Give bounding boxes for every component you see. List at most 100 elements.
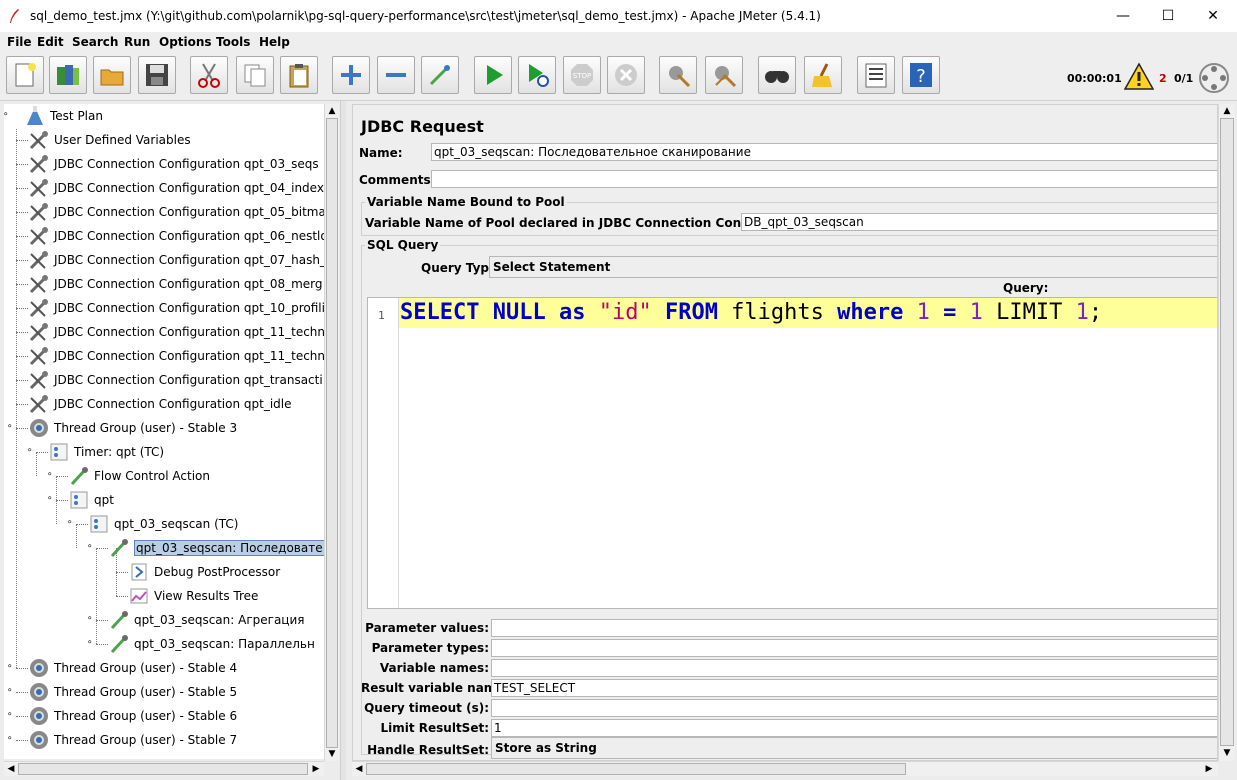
tree-horizontal-scrollbar[interactable]: ◀ ▶ <box>4 761 324 776</box>
cut-button[interactable] <box>190 56 228 94</box>
menu-run[interactable]: Run <box>124 35 150 49</box>
tree-node[interactable]: JDBC Connection Configuration qpt_transa… <box>4 368 324 392</box>
tree-node[interactable]: ⚬ Thread Group (user) - Stable 7 <box>4 728 324 752</box>
tree-vertical-scrollbar[interactable]: ▲ ▼ <box>324 104 339 761</box>
tree-node[interactable]: JDBC Connection Configuration qpt_08_mer… <box>4 272 324 296</box>
warning-count[interactable]: 2 <box>1159 72 1167 85</box>
tree-expand-handle-icon[interactable]: ⚬ <box>46 471 54 480</box>
panel-hscroll-thumb[interactable] <box>366 763 906 775</box>
reset-search-button[interactable] <box>804 56 842 94</box>
param-input[interactable] <box>491 659 1217 677</box>
tree-collapse-handle-icon[interactable]: ⚬ <box>86 543 94 552</box>
tree-node[interactable]: JDBC Connection Configuration qpt_07_has… <box>4 248 324 272</box>
tree-expand-handle-icon[interactable]: ⚬ <box>6 663 14 672</box>
panel-scroll-down-arrow-icon[interactable]: ▼ <box>1220 746 1234 760</box>
sql-query-text[interactable]: SELECT NULL as "id" FROM flights where 1… <box>400 300 1102 326</box>
param-input[interactable]: 1 <box>491 719 1217 737</box>
tree-node[interactable]: ⚬ Thread Group (user) - Stable 3 <box>4 416 324 440</box>
menu-tools[interactable]: Tools <box>216 35 250 49</box>
tree-expand-handle-icon[interactable]: ⚬ <box>6 711 14 720</box>
paste-button[interactable] <box>280 56 318 94</box>
tree-node[interactable]: ⚬ qpt <box>4 488 324 512</box>
collapse-button[interactable] <box>377 56 415 94</box>
new-button[interactable] <box>6 56 44 94</box>
tree-scroll-thumb[interactable] <box>326 118 338 748</box>
param-input[interactable] <box>491 639 1217 657</box>
tree-hscroll-thumb[interactable] <box>18 763 308 775</box>
tree-node[interactable]: ⚬ qpt_03_seqscan: Агрегация <box>4 608 324 632</box>
copy-button[interactable] <box>236 56 274 94</box>
toggle-button[interactable] <box>421 56 459 94</box>
tree-collapse-handle-icon[interactable]: ⚬ <box>46 495 54 504</box>
help-button[interactable]: ? <box>902 56 940 94</box>
tree-node[interactable]: JDBC Connection Configuration qpt_04_ind… <box>4 176 324 200</box>
menu-search[interactable]: Search <box>72 35 118 49</box>
start-button[interactable] <box>474 56 512 94</box>
handle-resultset-select[interactable]: Store as String <box>491 737 1217 759</box>
shutdown-button[interactable] <box>607 56 645 94</box>
tree-node[interactable]: JDBC Connection Configuration qpt_10_pro… <box>4 296 324 320</box>
scroll-right-arrow-icon[interactable]: ▶ <box>309 762 323 776</box>
tree-node[interactable]: JDBC Connection Configuration qpt_06_nes… <box>4 224 324 248</box>
tree-node[interactable]: Debug PostProcessor <box>4 560 324 584</box>
expand-button[interactable] <box>332 56 370 94</box>
tree-node[interactable]: JDBC Connection Configuration qpt_idle <box>4 392 324 416</box>
menu-file[interactable]: File <box>7 35 32 49</box>
scroll-down-arrow-icon[interactable]: ▼ <box>325 747 339 761</box>
start-no-timers-button[interactable] <box>518 56 556 94</box>
query-type-select[interactable]: Select Statement <box>489 256 1217 278</box>
tree-expand-handle-icon[interactable]: ⚬ <box>86 639 94 648</box>
function-helper-button[interactable] <box>857 56 895 94</box>
save-button[interactable] <box>138 56 176 94</box>
open-button[interactable] <box>93 56 131 94</box>
templates-button[interactable] <box>49 56 87 94</box>
sql-editor[interactable]: 1 SELECT NULL as "id" FROM flights where… <box>367 297 1217 609</box>
tree-node[interactable]: User Defined Variables <box>4 128 324 152</box>
tree-node[interactable]: JDBC Connection Configuration qpt_03_seq… <box>4 152 324 176</box>
tree-expand-handle-icon[interactable]: ⚬ <box>6 735 14 744</box>
warning-icon[interactable] <box>1124 62 1154 92</box>
tree-node[interactable]: ⚬ qpt_03_seqscan: Параллельн <box>4 632 324 656</box>
tree-node[interactable]: ⚬ Thread Group (user) - Stable 6 <box>4 704 324 728</box>
menu-help[interactable]: Help <box>259 35 290 49</box>
tree-node[interactable]: ⚬ qpt_03_seqscan: Последовате <box>4 536 324 560</box>
scroll-up-arrow-icon[interactable]: ▲ <box>325 104 339 118</box>
panel-scroll-left-arrow-icon[interactable]: ◀ <box>352 762 366 776</box>
remote-status-icon[interactable] <box>1198 62 1230 94</box>
panel-scroll-up-arrow-icon[interactable]: ▲ <box>1220 104 1234 118</box>
tree-node[interactable]: JDBC Connection Configuration qpt_11_tec… <box>4 344 324 368</box>
panel-scroll-thumb[interactable] <box>1220 118 1234 746</box>
pool-name-input[interactable]: DB_qpt_03_seqscan <box>741 213 1217 231</box>
tree-expand-handle-icon[interactable]: ⚬ <box>86 615 94 624</box>
stop-button[interactable]: STOP <box>563 56 601 94</box>
tree-collapse-handle-icon[interactable]: ⚬ <box>6 423 14 432</box>
tree-node[interactable]: ⚬ Timer: qpt (TC) <box>4 440 324 464</box>
comments-input[interactable] <box>431 170 1217 188</box>
maximize-button[interactable]: ☐ <box>1145 0 1191 32</box>
tree-collapse-handle-icon[interactable]: ⚬ <box>4 111 10 120</box>
search-button[interactable] <box>758 56 796 94</box>
tree-node[interactable]: View Results Tree <box>4 584 324 608</box>
menu-edit[interactable]: Edit <box>37 35 64 49</box>
panel-horizontal-scrollbar[interactable]: ◀ ▶ <box>352 761 1218 776</box>
tree-collapse-handle-icon[interactable]: ⚬ <box>66 519 74 528</box>
tree-node[interactable]: ⚬ Thread Group (user) - Stable 5 <box>4 680 324 704</box>
tree-node[interactable]: ⚬ Thread Group (user) - Stable 4 <box>4 656 324 680</box>
name-input[interactable]: qpt_03_seqscan: Последовательное сканиро… <box>431 143 1217 161</box>
scroll-left-arrow-icon[interactable]: ◀ <box>4 762 18 776</box>
tree-collapse-handle-icon[interactable]: ⚬ <box>26 447 34 456</box>
param-input[interactable] <box>491 699 1217 717</box>
tree-node[interactable]: JDBC Connection Configuration qpt_11_tec… <box>4 320 324 344</box>
panel-scroll-right-arrow-icon[interactable]: ▶ <box>1202 762 1216 776</box>
close-button[interactable]: ✕ <box>1190 0 1236 32</box>
test-plan-tree[interactable]: ⚬ Test Plan User Defined Variables JDBC Con… <box>4 104 324 759</box>
clear-button[interactable] <box>659 56 697 94</box>
clear-all-button[interactable] <box>705 56 743 94</box>
menu-options[interactable]: Options <box>159 35 212 49</box>
tree-node[interactable]: ⚬ Flow Control Action <box>4 464 324 488</box>
tree-expand-handle-icon[interactable]: ⚬ <box>6 687 14 696</box>
panel-vertical-scrollbar[interactable]: ▲ ▼ <box>1218 104 1235 761</box>
tree-node[interactable]: ⚬ qpt_03_seqscan (TC) <box>4 512 324 536</box>
param-input[interactable] <box>491 619 1217 637</box>
tree-node[interactable]: ⚬ Test Plan <box>4 104 324 128</box>
